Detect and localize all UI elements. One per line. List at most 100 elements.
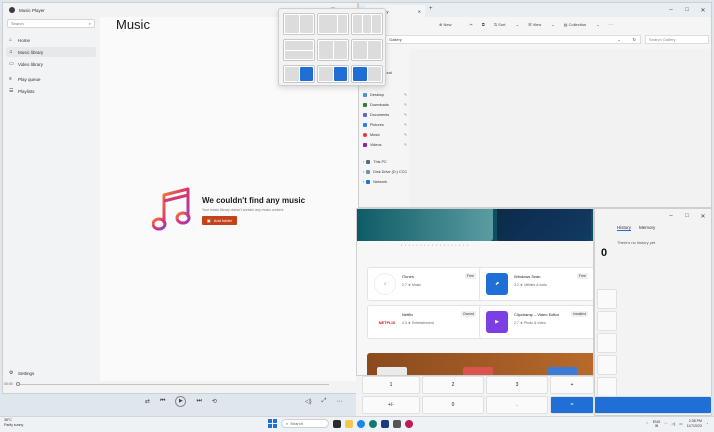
calc-key-2[interactable]: 2 [422,376,484,394]
new-tab-icon[interactable]: + [429,6,433,12]
calc-key-negate[interactable]: +/- [362,396,420,414]
volume-icon[interactable]: ◁) [305,398,312,405]
start-button[interactable] [268,419,277,428]
copy-icon[interactable]: ⧉ [482,22,485,27]
calculator-icon[interactable] [393,419,401,428]
footer-tile[interactable] [463,367,493,375]
store-icon[interactable] [381,419,389,428]
repeat-icon[interactable]: ⟲ [212,398,217,405]
maximize-icon[interactable]: □ [679,3,695,17]
snap-layout-halves[interactable] [283,13,315,35]
refresh-icon[interactable]: ↻ [633,37,636,42]
seek-track[interactable] [15,381,329,386]
hero-tile[interactable] [357,209,493,241]
maximize-icon[interactable]: □ [679,209,695,223]
nav-item-this-pc[interactable]: › This PC [363,160,407,164]
snap-zone[interactable] [285,41,313,50]
app-card-clipchamp[interactable]: ▶ Clipchamp – Video Editor 2.7 ★ Photo &… [479,305,593,339]
toolbar-collection-button[interactable]: ▤ Collection ⌄ [564,22,600,27]
volume-icon[interactable]: ◁) [671,422,675,426]
chevron-down-icon[interactable]: ⌄ [617,37,620,42]
more-icon[interactable]: ⋯ [609,22,613,27]
calc-key-equals[interactable]: = [550,396,594,414]
music-search-input[interactable]: Search ⌕ [7,19,95,28]
snap-zone-active[interactable] [299,67,313,81]
snap-zone[interactable] [285,50,313,59]
snap-zone[interactable] [362,15,372,33]
snap-zone[interactable] [299,15,313,33]
snap-zone[interactable] [372,15,382,33]
sidebar-item-settings[interactable]: ⚙ Settings [6,368,96,378]
snap-layout-two-thirds[interactable] [317,13,349,35]
media-player-icon[interactable] [405,419,413,428]
snap-zone[interactable] [338,15,347,33]
cut-icon[interactable]: ✂ [469,22,472,27]
sidebar-item-video-library[interactable]: ▭ Video library [6,59,96,69]
nav-item-pictures[interactable]: Pictures ✎ [363,122,407,127]
calc-key-0[interactable]: 0 [422,396,484,414]
calc-key[interactable] [597,333,617,353]
sidebar-item-music-library[interactable]: ♫ Music library [6,47,96,57]
taskbar-clock[interactable]: 2:38 PM 11/7/2023 [687,419,702,429]
calc-key-equals-wide[interactable] [594,396,712,414]
toolbar-new-button[interactable]: ⊕ New [439,22,460,27]
close-icon[interactable]: ✕ [695,209,711,223]
snap-zone[interactable] [367,41,381,59]
app-card-netflix[interactable]: NETFLIX Netflix 4.3 ★ Entertainment Owne… [367,305,483,339]
notification-icon[interactable]: ◔ [706,422,708,426]
snap-zone[interactable] [353,15,362,33]
sidebar-item-home[interactable]: ⌂ Home [6,35,96,45]
snap-zone[interactable] [285,15,299,33]
snap-zone[interactable] [319,67,333,81]
edge-icon[interactable] [357,419,365,428]
edge-browser-icon[interactable] [369,419,377,428]
task-view-icon[interactable] [333,419,341,428]
snap-zone[interactable] [319,41,333,59]
snap-zone[interactable] [353,41,367,59]
explorer-content-area[interactable] [409,49,711,207]
snap-layout-quarters[interactable] [317,39,349,61]
calc-key[interactable] [597,289,617,309]
snap-layout-stacked[interactable] [283,39,315,61]
snap-layout-four[interactable] [351,65,383,83]
add-folder-button[interactable]: ▣ Add folder [202,215,238,225]
calc-key[interactable] [597,377,617,397]
snap-layout-focus[interactable] [283,65,315,83]
seek-knob[interactable] [15,381,20,386]
toolbar-view-button[interactable]: ☰ View ⌄ [528,22,555,27]
calc-key[interactable] [597,355,617,375]
language-indicator[interactable]: ENG IN [653,420,661,428]
nav-item-disk-drive[interactable]: › Disk Drive (D:) CCC [363,170,407,174]
nav-item-downloads[interactable]: Downloads ✎ [363,102,407,107]
explorer-search-input[interactable]: Search Gallery [645,35,709,44]
calc-key-3[interactable]: 3 [486,376,548,394]
calc-key-plus[interactable]: + [550,376,594,394]
play-button[interactable]: ▶ [175,395,187,407]
nav-item-network[interactable]: › Network [363,180,407,184]
calc-key-decimal[interactable]: . [486,396,548,414]
seek-bar[interactable]: 00:00 [4,379,334,389]
nav-item-videos[interactable]: Videos ✎ [363,142,407,147]
calc-key[interactable] [597,311,617,331]
snap-zone[interactable] [367,67,381,81]
hero-tile[interactable] [497,209,591,241]
fullscreen-icon[interactable]: ⤢ [322,398,327,405]
shuffle-icon[interactable]: ⇄ [145,398,150,405]
minimize-icon[interactable]: – [663,209,679,223]
file-explorer-icon[interactable] [345,419,353,428]
snap-zone[interactable] [333,41,347,59]
sidebar-item-playlists[interactable]: ☰ Playlists [6,86,96,96]
minimize-icon[interactable]: – [663,3,679,17]
snap-layout-thirds[interactable] [351,13,383,35]
toolbar-sort-button[interactable]: ⇅ Sort ⌄ [494,22,519,27]
tab-memory[interactable]: Memory [639,225,655,231]
nav-item-music[interactable]: Music ✎ [363,132,407,137]
address-field[interactable]: ▣ › Gallery ⌄ ↻ [373,35,641,44]
snap-zone-active[interactable] [333,67,347,81]
next-icon[interactable]: ⏭ [196,398,201,405]
chevron-up-icon[interactable]: ⌃ [646,422,649,426]
previous-icon[interactable]: ⏮ [160,398,165,405]
weather-widget[interactable]: 38°C Partly sunny [4,418,23,428]
close-tab-icon[interactable]: ✕ [418,9,421,14]
footer-tile[interactable] [377,367,407,375]
